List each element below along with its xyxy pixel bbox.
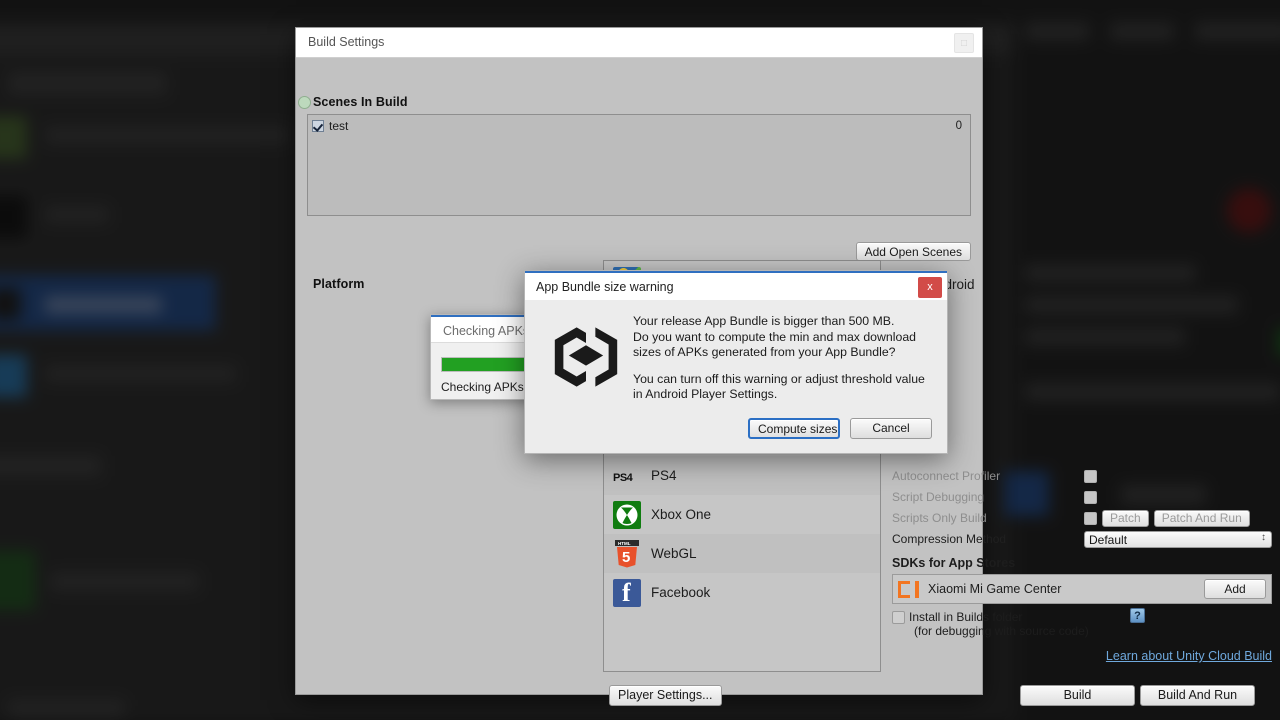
svg-text:PS4: PS4 — [613, 472, 634, 484]
scenes-in-build-header: Scenes In Build — [313, 95, 408, 109]
platform-item-facebook[interactable]: Facebook — [604, 573, 880, 612]
close-icon[interactable]: x — [918, 277, 942, 298]
scenes-list[interactable]: test 0 — [307, 114, 971, 216]
warning-line-4: You can turn off this warning or adjust … — [633, 371, 925, 386]
platform-item-label: Xbox One — [651, 507, 712, 522]
patch-button[interactable]: Patch — [1102, 509, 1149, 527]
platform-item-xboxone[interactable]: Xbox One — [604, 495, 880, 534]
install-in-builds-folder-row[interactable]: Install in Builds folder (for debugging … — [892, 608, 1272, 638]
compute-sizes-button[interactable]: Compute sizes — [748, 418, 840, 439]
build-and-run-button[interactable]: Build And Run — [1140, 685, 1255, 706]
warning-dialog-actions: Compute sizes Cancel — [748, 418, 932, 439]
install-in-builds-folder-text: Install in Builds folder (for debugging … — [909, 610, 1089, 638]
platform-item-webgl[interactable]: HTML 5 WebGL — [604, 534, 880, 573]
warning-line-2: Do you want to compute the min and max d… — [633, 329, 916, 344]
scene-enabled-checkbox[interactable] — [312, 120, 324, 132]
platform-settings-panel: Android Autoconnect Profiler Script Debu… — [892, 268, 1272, 663]
xbox-icon — [613, 500, 641, 529]
unity-cloud-build-link-row[interactable]: Learn about Unity Cloud Build — [892, 649, 1272, 663]
selected-target-row: Android — [892, 268, 1272, 300]
add-open-scenes-button[interactable]: Add Open Scenes — [855, 242, 971, 261]
compression-method-row[interactable]: Compression Method Default — [892, 529, 1272, 549]
autoconnect-profiler-checkbox[interactable] — [1084, 469, 1097, 483]
sdks-for-app-stores-header: SDKs for App Stores — [892, 556, 1016, 570]
window-menu-button[interactable]: □ — [954, 33, 974, 53]
install-line-2: (for debugging with source code) — [914, 624, 1089, 638]
facebook-icon — [613, 578, 641, 608]
hidden-build-options-area — [892, 300, 1272, 465]
script-debugging-checkbox[interactable] — [1084, 490, 1097, 504]
warning-line-1: Your release App Bundle is bigger than 5… — [633, 314, 895, 328]
scene-row[interactable]: test 0 — [312, 117, 966, 135]
player-settings-button[interactable]: Player Settings... — [609, 685, 722, 706]
cancel-button[interactable]: Cancel — [850, 418, 932, 439]
platform-item-label: WebGL — [651, 546, 697, 561]
autoconnect-profiler-label: Autoconnect Profiler — [892, 469, 1001, 483]
platform-item-label: PS4 — [651, 468, 677, 483]
warning-dialog-content: Your release App Bundle is bigger than 5… — [525, 300, 947, 403]
platform-item-ps4[interactable]: PS4 PS4 — [604, 456, 880, 495]
scene-name: test — [329, 119, 349, 133]
warning-dialog-title: App Bundle size warning — [536, 280, 674, 294]
svg-text:HTML: HTML — [618, 541, 631, 546]
autoconnect-profiler-row[interactable]: Autoconnect Profiler — [892, 466, 1272, 486]
build-actions: Build Build And Run — [1020, 685, 1255, 706]
build-button[interactable]: Build — [1020, 685, 1135, 706]
window-titlebar: Build Settings □ — [296, 28, 982, 58]
scripts-only-build-label: Scripts Only Build — [892, 511, 987, 525]
ps4-icon: PS4 — [613, 462, 641, 490]
install-line-1: Install in Builds folder — [909, 610, 1023, 624]
warning-dialog-titlebar: App Bundle size warning x — [525, 271, 947, 300]
warning-line-3: sizes of APKs generated from your App Bu… — [633, 345, 896, 359]
patch-and-run-button[interactable]: Patch And Run — [1153, 509, 1250, 527]
scenes-bullet-icon — [298, 96, 311, 109]
svg-text:5: 5 — [622, 549, 630, 566]
sdk-list: Xiaomi Mi Game Center Add — [892, 574, 1272, 604]
sdk-name-label: Xiaomi Mi Game Center — [928, 582, 1062, 596]
scripts-only-build-checkbox[interactable] — [1084, 511, 1097, 525]
scene-index: 0 — [955, 120, 962, 132]
html5-icon: HTML 5 — [613, 539, 641, 568]
platform-item-label: Facebook — [651, 585, 711, 600]
help-icon[interactable]: ? — [1130, 608, 1145, 623]
warning-message: Your release App Bundle is bigger than 5… — [633, 314, 925, 403]
window-title: Build Settings — [308, 35, 385, 49]
scripts-only-build-row[interactable]: Scripts Only Build Patch Patch And Run — [892, 508, 1272, 528]
script-debugging-label: Script Debugging — [892, 490, 985, 504]
xiaomi-mi-icon — [898, 580, 919, 598]
script-debugging-row[interactable]: Script Debugging — [892, 487, 1272, 507]
compression-method-label: Compression Method — [892, 532, 1007, 546]
compression-method-dropdown[interactable]: Default — [1084, 530, 1272, 548]
add-sdk-button[interactable]: Add — [1204, 579, 1266, 599]
platform-header: Platform — [313, 277, 365, 291]
unity-cloud-build-link[interactable]: Learn about Unity Cloud Build — [1106, 649, 1272, 663]
warning-line-5: in Android Player Settings. — [633, 387, 778, 401]
install-in-builds-folder-checkbox[interactable] — [892, 611, 905, 624]
app-bundle-size-warning-dialog: App Bundle size warning x Your release A… — [524, 270, 948, 454]
unity-logo-icon — [547, 318, 625, 396]
